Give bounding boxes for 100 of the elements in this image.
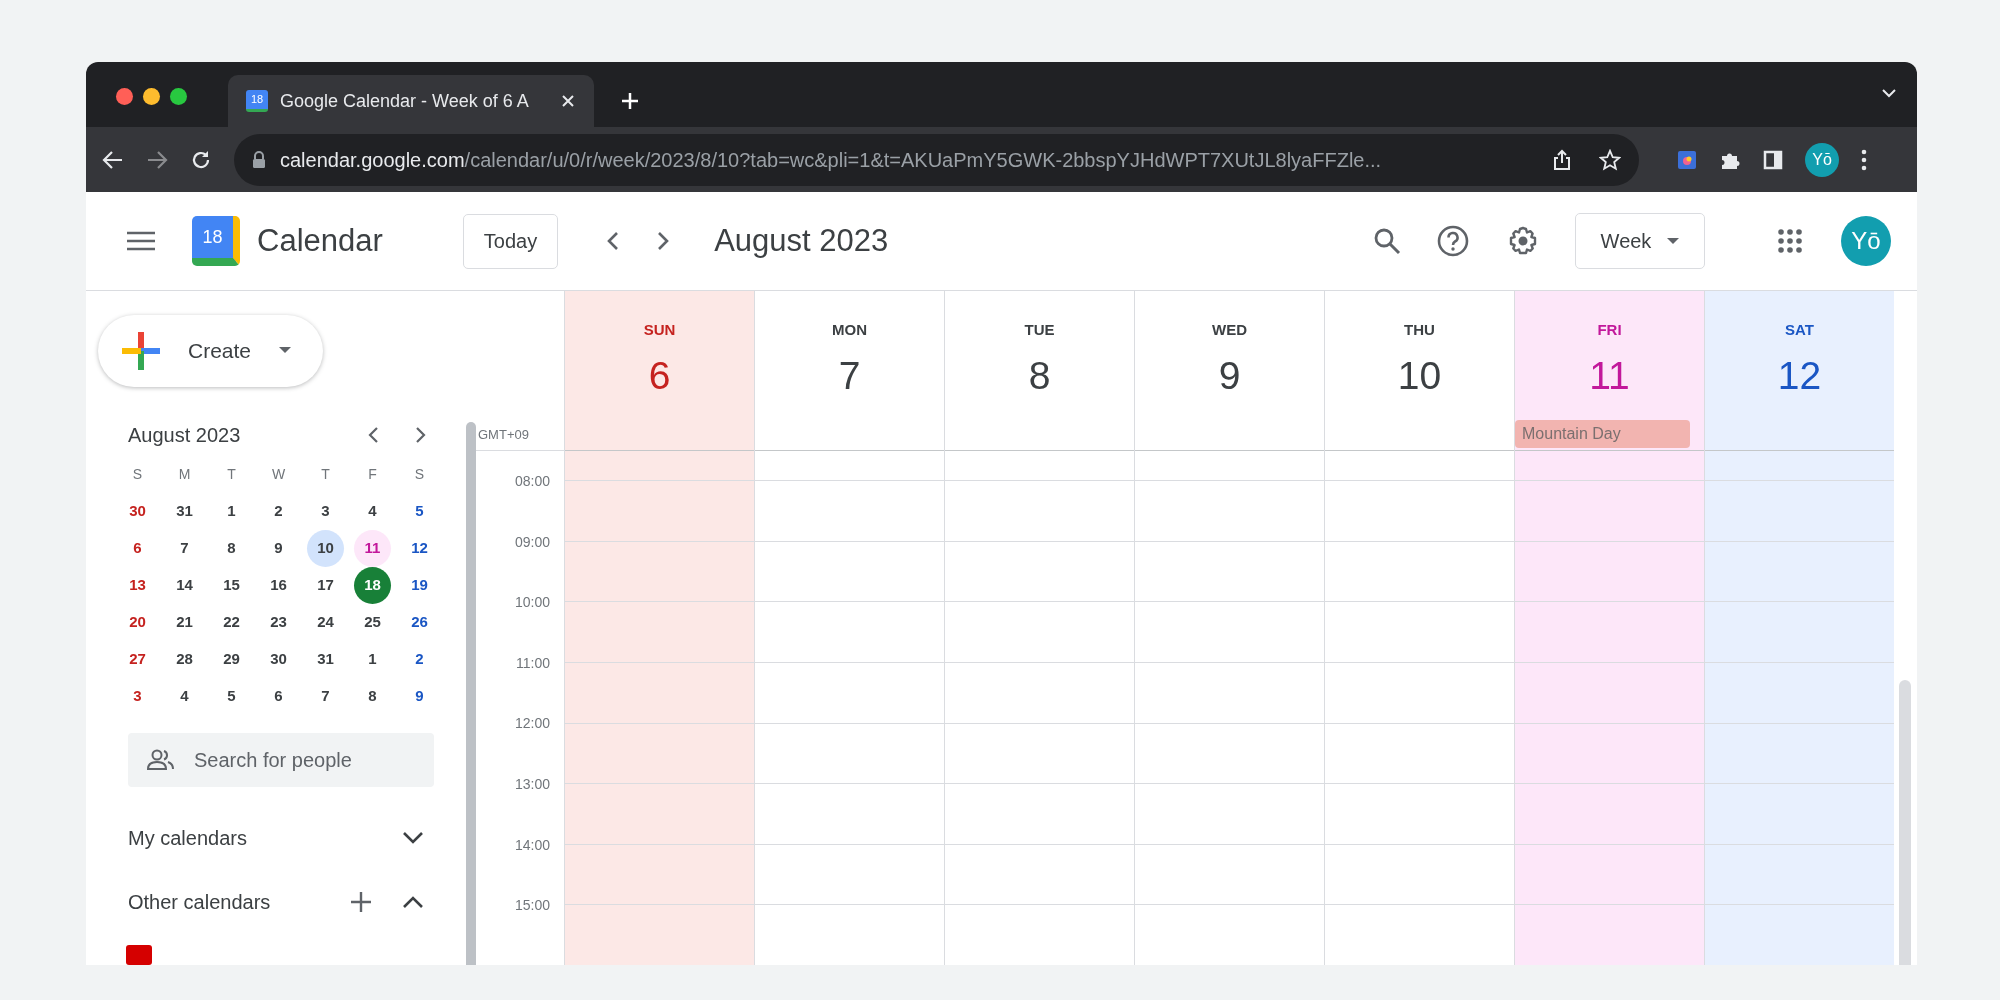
calendar-favicon: 18: [246, 90, 268, 112]
date-cell[interactable]: 7: [307, 677, 344, 715]
chevron-right-icon[interactable]: [656, 230, 671, 252]
date-cell[interactable]: 12: [401, 529, 438, 567]
hour-label: 13:00: [514, 775, 550, 793]
view-dropdown[interactable]: Week: [1575, 213, 1705, 269]
date-cell[interactable]: 28: [166, 640, 203, 678]
new-tab-plus-icon[interactable]: [620, 91, 640, 111]
create-button[interactable]: Create: [98, 315, 323, 387]
date-cell[interactable]: 19: [401, 566, 438, 604]
date-cell[interactable]: 14: [166, 566, 203, 604]
weekday-name: THU: [1404, 320, 1435, 340]
weekday-label: W: [271, 464, 286, 484]
add-icon[interactable]: [350, 891, 372, 914]
close-icon[interactable]: [560, 93, 576, 109]
lock-icon: [252, 150, 266, 169]
weekday-name: SUN: [643, 320, 676, 340]
date-cell[interactable]: 11: [354, 529, 391, 567]
date-cell[interactable]: 5: [213, 677, 250, 715]
hour-label: 12:00: [514, 714, 550, 732]
people-icon: [146, 748, 176, 771]
chevron-down-icon[interactable]: [1881, 87, 1897, 99]
date-cell[interactable]: 27: [119, 640, 156, 678]
search-icon[interactable]: [1373, 227, 1401, 255]
date-cell[interactable]: 2: [260, 492, 297, 530]
forward-arrow-icon[interactable]: [146, 149, 168, 170]
day-number[interactable]: 10: [1397, 355, 1442, 396]
chevron-down-icon[interactable]: [402, 831, 424, 846]
date-cell[interactable]: 5: [401, 492, 438, 530]
date-cell[interactable]: 1: [354, 640, 391, 678]
date-cell[interactable]: 17: [307, 566, 344, 604]
date-cell[interactable]: 13: [119, 566, 156, 604]
mini-calendar-title: August 2023: [128, 422, 242, 448]
date-cell[interactable]: 10: [307, 529, 344, 567]
timezone-label: GMT+09: [478, 425, 529, 444]
date-cell[interactable]: 6: [119, 529, 156, 567]
date-cell[interactable]: 18: [354, 566, 391, 604]
weekday-name: SAT: [1785, 320, 1814, 340]
chevron-left-icon[interactable]: [368, 425, 380, 444]
date-cell[interactable]: 15: [213, 566, 250, 604]
date-cell[interactable]: 3: [307, 492, 344, 530]
date-cell[interactable]: 26: [401, 603, 438, 641]
date-cell[interactable]: 6: [260, 677, 297, 715]
date-cell[interactable]: 31: [307, 640, 344, 678]
side-panel-icon[interactable]: [1763, 149, 1783, 170]
day-number[interactable]: 8: [1028, 355, 1051, 396]
hour-label: 15:00: [514, 896, 550, 914]
date-cell[interactable]: 30: [119, 492, 156, 530]
chevron-right-icon[interactable]: [414, 425, 426, 444]
date-cell[interactable]: 20: [119, 603, 156, 641]
date-cell[interactable]: 16: [260, 566, 297, 604]
date-cell[interactable]: 8: [354, 677, 391, 715]
hour-label: 08:00: [514, 471, 550, 489]
date-cell[interactable]: 22: [213, 603, 250, 641]
day-number[interactable]: 9: [1218, 355, 1241, 396]
browser-tab[interactable]: 18 Google Calendar - Week of 6 A: [228, 75, 594, 127]
date-cell[interactable]: 25: [354, 603, 391, 641]
date-cell[interactable]: 24: [307, 603, 344, 641]
extension-icon[interactable]: [1677, 148, 1697, 171]
day-number[interactable]: 12: [1777, 355, 1822, 396]
day-number[interactable]: 7: [838, 355, 861, 396]
chevron-left-icon[interactable]: [606, 230, 621, 252]
weekday-label: M: [178, 464, 191, 484]
date-cell[interactable]: 7: [166, 529, 203, 567]
today-button[interactable]: Today: [462, 213, 559, 269]
app-name: Calendar: [257, 221, 383, 260]
more-menu-icon[interactable]: [1861, 148, 1867, 171]
colorful-plus-icon: [122, 331, 160, 370]
date-cell[interactable]: 29: [213, 640, 250, 678]
date-cell[interactable]: 21: [166, 603, 203, 641]
date-cell[interactable]: 3: [119, 677, 156, 715]
date-cell[interactable]: 1: [213, 492, 250, 530]
date-cell[interactable]: 31: [166, 492, 203, 530]
date-cell[interactable]: 4: [166, 677, 203, 715]
search-people-field[interactable]: Search for people: [128, 732, 434, 788]
dropdown-caret-icon: [279, 347, 292, 355]
dropdown-caret-icon: [1667, 237, 1680, 245]
back-arrow-icon[interactable]: [102, 149, 124, 170]
day-number[interactable]: 11: [1589, 355, 1630, 396]
settings-icon[interactable]: [1507, 225, 1539, 257]
share-icon[interactable]: [1553, 148, 1571, 171]
date-cell[interactable]: 23: [260, 603, 297, 641]
url-text: calendar.google.com/calendar/u/0/r/week/2023/8/10?tab=wc&pli=1&t=AKUaPmY5GWK-2bbspYJHdWPT7XUtJL8lyaFFZle...: [280, 147, 1383, 173]
day-number[interactable]: 6: [648, 355, 671, 396]
date-cell[interactable]: 8: [213, 529, 250, 567]
weekday-name: MON: [832, 320, 867, 340]
menu-icon[interactable]: [126, 230, 156, 252]
apps-grid-icon[interactable]: [1777, 228, 1803, 254]
weekday-name: FRI: [1597, 320, 1622, 340]
chevron-up-icon[interactable]: [402, 895, 424, 910]
star-icon[interactable]: [1599, 148, 1621, 171]
help-icon[interactable]: [1437, 225, 1469, 257]
date-cell[interactable]: 30: [260, 640, 297, 678]
date-cell[interactable]: 9: [401, 677, 438, 715]
date-cell[interactable]: 4: [354, 492, 391, 530]
date-cell[interactable]: 2: [401, 640, 438, 678]
hour-label: 09:00: [514, 532, 550, 550]
date-cell[interactable]: 9: [260, 529, 297, 567]
weekday-label: T: [321, 464, 330, 484]
address-bar[interactable]: calendar.google.com/calendar/u/0/r/week/2023/8/10?tab=wc&pli=1&t=AKUaPmY5GWK-2bbspYJHdWPT7XUtJL8lyaFFZle...: [234, 133, 1639, 186]
